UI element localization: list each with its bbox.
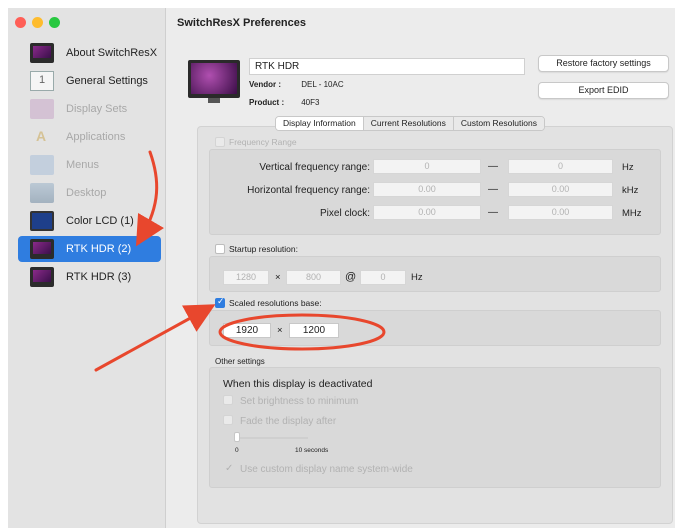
product-label: Product : <box>249 98 285 107</box>
sidebar-item-menus[interactable]: Menus <box>18 152 161 178</box>
vertical-frequency-label: Vertical frequency range: <box>259 162 370 173</box>
horizontal-frequency-label: Horizontal frequency range: <box>247 185 370 196</box>
sidebar-item-rtk-hdr-2[interactable]: RTK HDR (2) <box>18 236 161 262</box>
range-dash: — <box>488 207 498 218</box>
product-value: 40F3 <box>301 98 320 107</box>
sidebar-item-color-lcd[interactable]: Color LCD (1) <box>18 208 161 234</box>
sidebar-item-label: RTK HDR (2) <box>66 243 132 255</box>
range-dash: — <box>488 161 498 172</box>
sidebar-item-applications[interactable]: Applications <box>18 124 161 150</box>
vendor-value: DEL - 10AC <box>301 80 344 89</box>
tab-bar: Display Information Current Resolutions … <box>275 116 545 131</box>
sidebar-item-about[interactable]: About SwitchResX <box>18 40 161 66</box>
frequency-range-checkbox[interactable] <box>215 137 225 147</box>
close-button[interactable] <box>15 17 26 28</box>
pixel-clock-label: Pixel clock: <box>319 208 370 219</box>
set-brightness-checkbox[interactable] <box>223 395 233 405</box>
display-name-field[interactable]: RTK HDR <box>249 58 525 75</box>
pixel-max-field[interactable]: 0.00 <box>508 205 613 220</box>
startup-rate-field[interactable]: 0 <box>360 270 406 285</box>
restore-factory-settings-button[interactable]: Restore factory settings <box>538 55 669 72</box>
vertical-unit: Hz <box>622 162 634 173</box>
startup-rate-unit: Hz <box>411 272 423 283</box>
scaled-resolutions-checkbox[interactable] <box>215 296 225 308</box>
tab-display-information[interactable]: Display Information <box>276 117 364 130</box>
vertical-min-field[interactable]: 0 <box>373 159 481 174</box>
sidebar-item-general-settings[interactable]: General Settings <box>18 68 161 94</box>
zoom-button[interactable] <box>49 17 60 28</box>
main-pane: SwitchResX Preferences RTK HDR Vendor : … <box>167 8 675 528</box>
sidebar-item-label: Menus <box>66 159 100 171</box>
sidebar-item-rtk-hdr-3[interactable]: RTK HDR (3) <box>18 264 161 290</box>
general-settings-icon <box>30 71 54 91</box>
startup-width-field[interactable]: 1280 <box>223 270 269 285</box>
times-sign: × <box>277 325 283 336</box>
vendor-label: Vendor : <box>249 80 282 89</box>
tab-custom-resolutions[interactable]: Custom Resolutions <box>453 117 544 130</box>
display-sets-icon <box>30 99 54 119</box>
scaled-resolutions-label: Scaled resolutions base: <box>229 298 322 308</box>
set-brightness-label: Set brightness to minimum <box>240 396 359 407</box>
deactivated-heading: When this display is deactivated <box>223 378 373 390</box>
scaled-height-field[interactable]: 1200 <box>289 323 339 338</box>
sidebar: About SwitchResX General Settings Displa… <box>8 8 166 528</box>
sidebar-item-label: Color LCD (1) <box>66 215 134 227</box>
other-settings-label: Other settings <box>215 357 265 366</box>
sidebar-item-label: About SwitchResX <box>66 47 158 59</box>
startup-height-field[interactable]: 800 <box>286 270 341 285</box>
at-sign: @ <box>345 271 357 283</box>
sidebar-item-label: Desktop <box>66 187 107 199</box>
slider-max-label: 10 seconds <box>295 447 329 454</box>
fade-display-checkbox[interactable] <box>223 415 233 425</box>
startup-resolution-checkbox[interactable] <box>215 244 225 254</box>
sidebar-item-label: Applications <box>66 131 126 143</box>
sidebar-item-display-sets[interactable]: Display Sets <box>18 96 161 122</box>
pixel-unit: MHz <box>622 208 642 219</box>
vendor-row: Vendor : DEL - 10AC <box>249 80 344 89</box>
frequency-range-label: Frequency Range <box>229 137 297 147</box>
sidebar-item-label: Display Sets <box>66 103 128 115</box>
window-title: SwitchResX Preferences <box>177 17 307 29</box>
display-icon <box>30 267 54 287</box>
scaled-width-field[interactable]: 1920 <box>223 323 271 338</box>
fade-delay-slider-track[interactable] <box>236 437 308 439</box>
preferences-window: About SwitchResX General Settings Displa… <box>8 8 675 528</box>
horizontal-min-field[interactable]: 0.00 <box>373 182 481 197</box>
custom-name-label: Use custom display name system-wide <box>240 464 413 475</box>
custom-name-checkmark-icon: ✓ <box>225 463 234 474</box>
pixel-min-field[interactable]: 0.00 <box>373 205 481 220</box>
horizontal-unit: kHz <box>622 185 639 196</box>
fade-display-label: Fade the display after <box>240 416 337 427</box>
startup-resolution-label: Startup resolution: <box>229 244 298 254</box>
export-edid-button[interactable]: Export EDID <box>538 82 669 99</box>
fade-delay-slider-knob[interactable] <box>234 432 240 442</box>
tab-current-resolutions[interactable]: Current Resolutions <box>363 117 454 130</box>
desktop-icon <box>30 183 54 203</box>
sidebar-item-label: General Settings <box>66 75 148 87</box>
sidebar-item-desktop[interactable]: Desktop <box>18 180 161 206</box>
switchresx-monitor-icon <box>30 43 54 63</box>
applications-icon <box>30 127 54 147</box>
slider-min-label: 0 <box>235 447 239 454</box>
sidebar-item-label: RTK HDR (3) <box>66 271 132 283</box>
horizontal-max-field[interactable]: 0.00 <box>508 182 613 197</box>
times-sign: × <box>275 272 281 283</box>
laptop-display-icon <box>30 211 54 231</box>
display-icon <box>30 239 54 259</box>
product-row: Product : 40F3 <box>249 98 319 107</box>
range-dash: — <box>488 184 498 195</box>
menus-icon <box>30 155 54 175</box>
vertical-max-field[interactable]: 0 <box>508 159 613 174</box>
display-thumbnail-icon <box>188 60 240 103</box>
window-controls <box>15 17 60 28</box>
minimize-button[interactable] <box>32 17 43 28</box>
